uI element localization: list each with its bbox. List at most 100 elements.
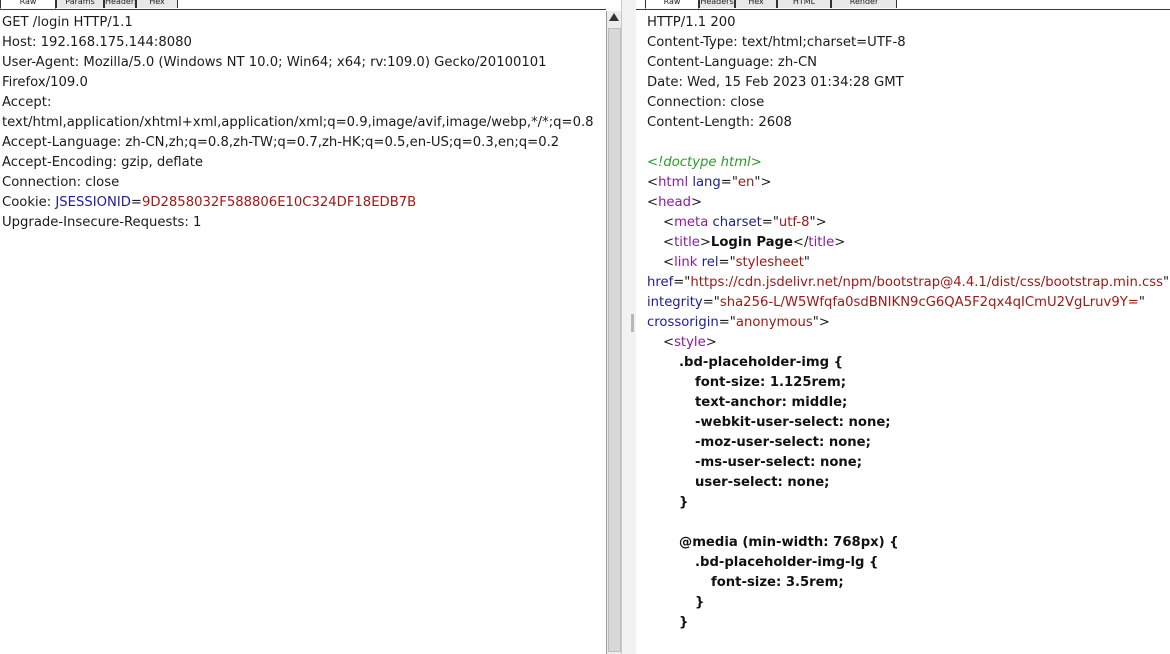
code-token: .bd-placeholder-img-lg { <box>695 555 879 570</box>
code-token: } <box>679 615 689 630</box>
code-token: Connection: close <box>647 95 765 110</box>
code-token: head <box>658 195 691 210</box>
code-token: =" <box>702 295 720 310</box>
code-token: text-anchor: middle; <box>695 395 848 410</box>
code-token: < <box>663 335 675 350</box>
response-line: HTTP/1.1 200 <box>636 13 1170 33</box>
tab-response-render[interactable]: Render <box>831 0 897 8</box>
request-pane[interactable]: Raw Params Headers Hex GET /login HTTP/1… <box>0 0 606 654</box>
response-line: <head> <box>636 193 1170 213</box>
code-token: Content-Language: zh-CN <box>647 55 818 70</box>
code-token: -webkit-user-select: none; <box>695 415 891 430</box>
code-token: > <box>705 335 717 350</box>
response-tab-strip: Raw Headers Hex HTML Render <box>636 0 1170 10</box>
response-line: .bd-placeholder-img-lg { <box>636 553 1170 573</box>
code-token: html <box>658 175 689 190</box>
request-editor[interactable]: GET /login HTTP/1.1 Host: 192.168.175.144… <box>0 13 606 233</box>
code-token: "> <box>754 175 772 190</box>
code-token: <!doctype html> <box>647 155 762 170</box>
response-line: href="https://cdn.jsdelivr.net/npm/boots… <box>636 273 1170 293</box>
code-token: =" <box>673 275 691 290</box>
tab-response-html[interactable]: HTML <box>777 0 831 8</box>
tab-response-headers[interactable]: Headers <box>699 0 735 8</box>
response-line: } <box>636 593 1170 613</box>
response-pane[interactable]: Raw Headers Hex HTML Render HTTP/1.1 200… <box>636 0 1170 654</box>
response-line: font-size: 1.125rem; <box>636 373 1170 393</box>
response-line: user-select: none; <box>636 473 1170 493</box>
request-line: Accept: <box>0 93 606 113</box>
response-line: Content-Language: zh-CN <box>636 53 1170 73</box>
code-token: < <box>647 175 659 190</box>
code-token: "> <box>812 315 830 330</box>
code-token: =" <box>720 175 738 190</box>
code-token: Firefox/109.0 <box>2 75 88 90</box>
code-token: en <box>737 175 755 190</box>
code-token: = <box>130 195 142 210</box>
response-line: .bd-placeholder-img { <box>636 353 1170 373</box>
response-line: <html lang="en"> <box>636 173 1170 193</box>
code-token: Cookie: <box>2 195 56 210</box>
code-token: " <box>1138 295 1145 310</box>
response-line: <meta charset="utf-8"> <box>636 213 1170 233</box>
tab-request-raw[interactable]: Raw <box>0 0 56 9</box>
code-token: } <box>679 495 689 510</box>
code-token: </ <box>792 235 809 250</box>
split-divider[interactable] <box>621 0 637 654</box>
code-token: Content-Length: 2608 <box>647 115 792 130</box>
code-token: crossorigin <box>647 315 719 330</box>
request-line: Cookie: JSESSIONID=9D2858032F588806E10C3… <box>0 193 606 213</box>
code-token: < <box>663 215 675 230</box>
code-token: Login Page <box>710 235 793 250</box>
request-line: Upgrade-Insecure-Requests: 1 <box>0 213 606 233</box>
divider-grip-icon[interactable] <box>631 314 634 332</box>
code-token: "> <box>809 215 827 230</box>
request-line: Accept-Language: zh-CN,zh;q=0.8,zh-TW;q=… <box>0 133 606 153</box>
response-line: text-anchor: middle; <box>636 393 1170 413</box>
code-token: =" <box>718 315 736 330</box>
request-scrollbar[interactable] <box>606 11 621 654</box>
code-token: style <box>674 335 706 350</box>
response-viewer[interactable]: HTTP/1.1 200 Content-Type: text/html;char… <box>636 13 1170 633</box>
request-line: Host: 192.168.175.144:8080 <box>0 33 606 53</box>
tab-response-raw[interactable]: Raw <box>645 0 699 9</box>
response-line: <style> <box>636 333 1170 353</box>
response-line: -ms-user-select: none; <box>636 453 1170 473</box>
code-token: .bd-placeholder-img { <box>679 355 843 370</box>
response-line <box>636 133 1170 153</box>
code-token: Content-Type: text/html;charset=UTF-8 <box>647 35 906 50</box>
scroll-up-arrow-icon[interactable] <box>609 13 619 21</box>
code-token: user-select: none; <box>695 475 830 490</box>
tab-request-headers[interactable]: Headers <box>104 0 136 8</box>
response-line: crossorigin="anonymous"> <box>636 313 1170 333</box>
request-line: Connection: close <box>0 173 606 193</box>
request-line: text/html,application/xhtml+xml,applicat… <box>0 113 606 133</box>
code-token: Date: Wed, 15 Feb 2023 01:34:28 GMT <box>647 75 904 90</box>
code-token: text/html,application/xhtml+xml,applicat… <box>2 115 594 130</box>
scrollbar-thumb[interactable] <box>608 28 621 652</box>
code-token: -ms-user-select: none; <box>695 455 862 470</box>
code-token: lang <box>692 175 721 190</box>
tab-request-hex[interactable]: Hex <box>136 0 178 8</box>
code-token: =" <box>718 255 736 270</box>
code-token: stylesheet <box>735 255 804 270</box>
response-line: -moz-user-select: none; <box>636 433 1170 453</box>
code-token: Host: 192.168.175.144:8080 <box>2 35 192 50</box>
code-token: " <box>1163 275 1170 290</box>
request-line: Accept-Encoding: gzip, deflate <box>0 153 606 173</box>
code-token: < <box>663 255 675 270</box>
code-token: integrity <box>647 295 703 310</box>
response-line: <!doctype html> <box>636 153 1170 173</box>
code-token: sha256-L/W5Wfqfa0sdBNIKN9cG6QA5F2qx4qICm… <box>719 295 1139 310</box>
code-token: -moz-user-select: none; <box>695 435 871 450</box>
code-token: https://cdn.jsdelivr.net/npm/bootstrap@4… <box>690 275 1164 290</box>
code-token: User-Agent: Mozilla/5.0 (Windows NT 10.0… <box>2 55 547 70</box>
response-line: integrity="sha256-L/W5Wfqfa0sdBNIKN9cG6Q… <box>636 293 1170 313</box>
code-token: =" <box>761 215 779 230</box>
tab-response-hex[interactable]: Hex <box>735 0 777 8</box>
request-line: Firefox/109.0 <box>0 73 606 93</box>
code-token: GET /login HTTP/1.1 <box>2 15 133 30</box>
response-line: @media (min-width: 768px) { <box>636 533 1170 553</box>
request-line: User-Agent: Mozilla/5.0 (Windows NT 10.0… <box>0 53 606 73</box>
tab-request-params[interactable]: Params <box>56 0 104 8</box>
code-token: title <box>808 235 835 250</box>
